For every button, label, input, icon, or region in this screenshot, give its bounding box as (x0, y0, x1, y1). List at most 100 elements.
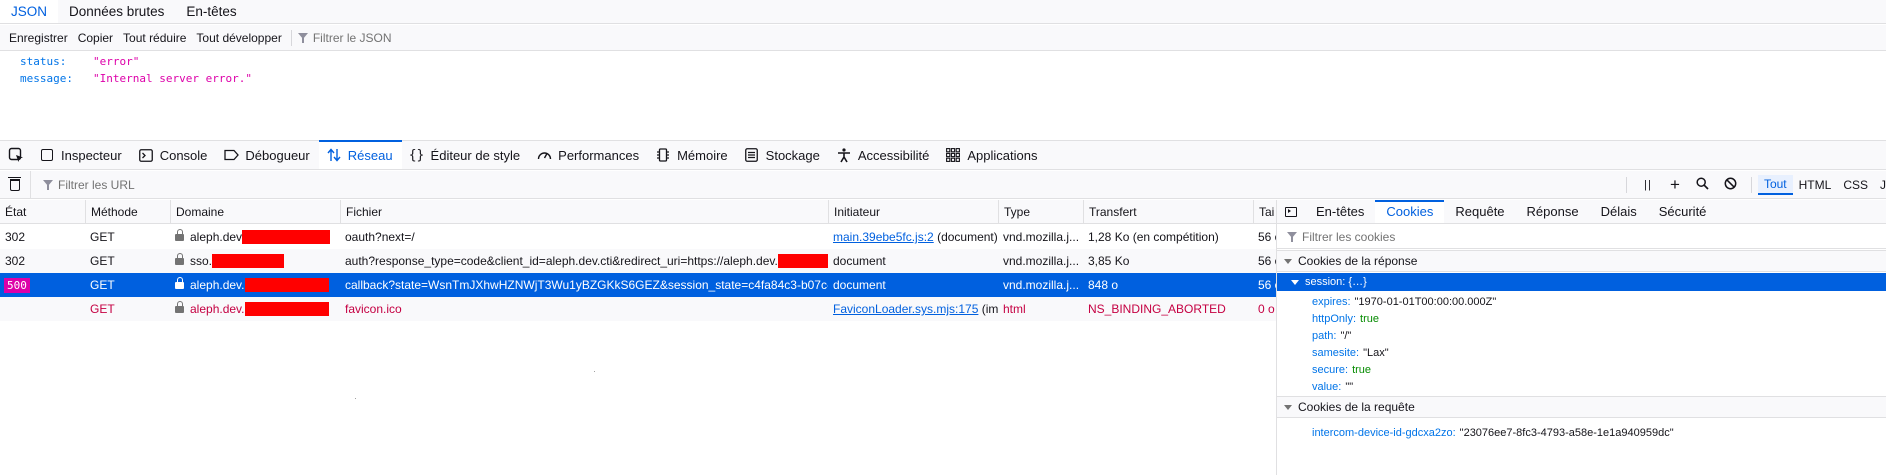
json-key: status: (20, 54, 67, 68)
tab-console[interactable]: Console (131, 141, 217, 169)
redaction-bar (242, 229, 331, 244)
request-size: 0 o (1258, 302, 1275, 316)
type-filter-all[interactable]: Tout (1757, 174, 1793, 195)
column-transfer[interactable]: Transfert (1083, 200, 1253, 224)
tab-network[interactable]: Réseau (318, 140, 402, 169)
tab-performance[interactable]: Performances (529, 141, 648, 169)
table-row[interactable]: 302 GET sso. auth?response_type=code&cli… (0, 249, 1276, 273)
trash-icon (8, 176, 21, 191)
table-row[interactable]: 302 GET aleph.dev oauth?next=/ main.39eb… (0, 225, 1276, 249)
status-code (0, 297, 85, 321)
column-method[interactable]: Méthode (85, 200, 170, 224)
json-entry[interactable]: status: "error" (20, 52, 139, 70)
expand-all-button[interactable]: Tout développer (191, 31, 286, 45)
tab-inspector[interactable]: Inspecteur (32, 141, 131, 169)
type-filter-html[interactable]: HTML (1793, 176, 1838, 194)
pause-icon[interactable]: | | (1633, 179, 1661, 191)
tab-memory[interactable]: Mémoire (648, 141, 737, 169)
element-picker-button[interactable] (0, 141, 32, 169)
cookie-prop-path: path: "/" (1312, 327, 1351, 344)
request-file: auth?response_type=code&client_id=aleph.… (340, 249, 828, 273)
tab-details-timings[interactable]: Délais (1590, 200, 1648, 223)
tab-raw-data[interactable]: Données brutes (58, 0, 175, 23)
prop-value: true (1352, 363, 1372, 376)
tab-style-editor[interactable]: {} Éditeur de style (402, 141, 530, 169)
tab-label: Débogueur (245, 147, 310, 163)
toolbar-separator (290, 29, 292, 46)
status-code: 500 (0, 273, 85, 297)
request-initiator: document (828, 273, 998, 297)
prop-key: samesite: (1312, 346, 1360, 359)
cookie-prop-value: value: "" (1312, 378, 1353, 395)
search-icon[interactable] (1689, 176, 1717, 193)
save-button[interactable]: Enregistrer (4, 31, 73, 45)
tab-details-headers[interactable]: En-têtes (1305, 200, 1375, 223)
domain-text: aleph.dev. (190, 302, 245, 316)
tab-json[interactable]: JSON (0, 0, 59, 23)
response-cookies-header[interactable]: Cookies de la réponse (1277, 250, 1886, 272)
toggle-sidebar-button[interactable] (1277, 200, 1305, 223)
request-method: GET (90, 254, 115, 268)
tab-applications[interactable]: Applications (938, 141, 1046, 169)
column-type[interactable]: Type (998, 200, 1083, 224)
cookie-filter-placeholder: Filtrer les cookies (1302, 229, 1396, 244)
type-filter-css[interactable]: CSS (1837, 176, 1874, 194)
column-status[interactable]: État (0, 200, 85, 224)
copy-button[interactable]: Copier (73, 31, 118, 45)
prop-value: "1970-01-01T00:00:00.000Z" (1354, 295, 1497, 308)
cookie-session-row[interactable]: session: {…} (1277, 273, 1886, 291)
request-method: GET (90, 230, 115, 244)
tab-details-response[interactable]: Réponse (1516, 200, 1590, 223)
request-initiator: main.39ebe5fc.js:2 (document) (828, 225, 998, 249)
filter-icon (1287, 231, 1297, 242)
lock-icon (175, 229, 184, 241)
toolbar-separator (1750, 176, 1752, 193)
json-value: "error" (93, 54, 140, 68)
column-file[interactable]: Fichier (340, 200, 828, 224)
json-value: "Internal server error." (93, 71, 252, 85)
request-cookies-header[interactable]: Cookies de la requête (1277, 396, 1886, 418)
add-icon[interactable]: + (1661, 175, 1689, 195)
tab-details-cookies[interactable]: Cookies (1375, 200, 1445, 223)
json-filter-input[interactable]: Filtrer le JSON (297, 31, 392, 45)
initiator-link[interactable]: main.39ebe5fc.js:2 (833, 230, 934, 244)
filter-icon (297, 32, 308, 43)
section-title: Cookies de la requête (1298, 400, 1415, 414)
clear-button[interactable] (0, 176, 30, 191)
cookie-filter-input[interactable]: Filtrer les cookies (1277, 225, 1886, 249)
redaction-bar (777, 253, 828, 268)
cookie-prop-samesite: samesite: "Lax" (1312, 344, 1389, 361)
column-size[interactable]: Tai (1253, 200, 1276, 224)
tab-debugger[interactable]: Débogueur (216, 141, 318, 169)
column-domain[interactable]: Domaine (170, 200, 340, 224)
url-filter-input[interactable]: Filtrer les URL (30, 171, 1620, 198)
network-toolbar: Filtrer les URL | | + Tout HTML CSS J (0, 171, 1886, 199)
initiator-link[interactable]: FaviconLoader.sys.mjs:175 (833, 302, 978, 316)
request-size: 56 o (1258, 278, 1276, 292)
request-type: vnd.mozilla.j... (1003, 230, 1080, 244)
cookie-prop-secure: secure: true (1312, 361, 1371, 378)
domain-text: aleph.dev (190, 230, 243, 244)
cookie-prop-expires: expires: "1970-01-01T00:00:00.000Z" (1312, 293, 1496, 310)
prop-key: value: (1312, 380, 1342, 393)
table-row[interactable]: GET aleph.dev. favicon.ico FaviconLoader… (0, 297, 1276, 321)
tab-label: Réseau (347, 147, 393, 163)
type-filter-js[interactable]: J (1874, 176, 1886, 194)
tab-headers[interactable]: En-têtes (175, 0, 247, 23)
request-size: 56 o (1258, 254, 1276, 268)
prop-value: "23076ee7-8fc3-4793-a58e-1e1a940959dc" (1459, 426, 1674, 439)
accessibility-icon (836, 147, 852, 163)
table-row[interactable]: 500 GET aleph.dev. callback?state=WsnTmJ… (0, 273, 1276, 297)
block-icon[interactable] (1717, 177, 1745, 193)
tab-details-security[interactable]: Sécurité (1648, 200, 1718, 223)
tab-accessibility[interactable]: Accessibilité (829, 141, 939, 169)
tab-storage[interactable]: Stockage (737, 141, 829, 169)
column-initiator[interactable]: Initiateur (828, 200, 998, 224)
prop-key: path: (1312, 329, 1337, 342)
domain-text: aleph.dev. (190, 278, 245, 292)
tab-label: Applications (967, 147, 1038, 163)
cookie-session-label: session: {…} (1305, 276, 1367, 288)
json-entry[interactable]: message: "Internal server error." (20, 69, 252, 87)
collapse-all-button[interactable]: Tout réduire (118, 31, 191, 45)
tab-details-request[interactable]: Requête (1444, 200, 1515, 223)
